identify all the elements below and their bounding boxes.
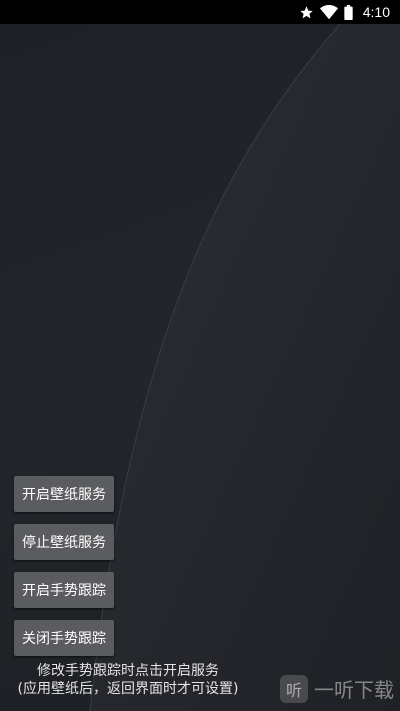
hint-line-2: (应用壁纸后，返回界面时才可设置) [17,681,239,697]
hint-line-1: 修改手势跟踪时点击开启服务 [37,663,219,679]
stop-wallpaper-service-button[interactable]: 停止壁纸服务 [14,524,114,560]
stop-gesture-tracking-button[interactable]: 关闭手势跟踪 [14,620,114,656]
start-wallpaper-service-button[interactable]: 开启壁纸服务 [14,476,114,512]
watermark-text: 一听下载 [314,678,394,702]
star-icon [299,5,314,20]
hint-text: 修改手势跟踪时点击开启服务 (应用壁纸后，返回界面时才可设置) [0,662,256,698]
battery-icon [344,4,353,20]
status-bar: 4:10 [0,0,400,24]
app-screen: 4:10 开启壁纸服务 停止壁纸服务 开启手势跟踪 关闭手势跟踪 修改手势跟踪时… [0,0,400,711]
status-clock: 4:10 [362,4,390,20]
control-buttons: 开启壁纸服务 停止壁纸服务 开启手势跟踪 关闭手势跟踪 [14,476,114,668]
watermark-logo-icon: 听 [280,674,308,703]
watermark: 听 一听下载 [280,674,394,703]
wifi-icon [319,4,338,20]
start-gesture-tracking-button[interactable]: 开启手势跟踪 [14,572,114,608]
